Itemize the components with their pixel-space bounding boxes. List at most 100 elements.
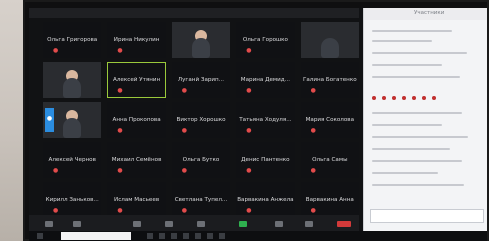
panel-line <box>372 124 442 126</box>
participant-name: Галина Богатенко <box>302 76 357 83</box>
mic-muted-icon: ● <box>53 47 59 54</box>
participant-name: Денис Пантенко <box>241 156 290 163</box>
share-screen-button[interactable] <box>239 221 247 227</box>
reactions-button[interactable] <box>305 221 313 227</box>
security-button[interactable] <box>133 221 141 227</box>
avatar <box>63 78 82 98</box>
mic-muted-icon: ● <box>246 47 252 54</box>
panel-line <box>372 30 452 32</box>
participant-name: Ирина Никулин <box>113 36 160 43</box>
participant-name: Ольга Горошко <box>242 36 288 43</box>
taskbar-icon[interactable] <box>207 233 213 239</box>
participant-name: Ольга Григорова <box>47 36 98 43</box>
participant-tile[interactable]: Мария Соколова ● <box>300 102 359 138</box>
left-badge: ● <box>45 108 54 132</box>
avatar <box>320 38 339 58</box>
participants-panel: Участники <box>363 8 487 233</box>
window-titlebar <box>29 8 359 18</box>
participant-tile[interactable]: Светлана Тупел... ● <box>171 182 231 218</box>
participant-name: Ольга Самы <box>312 156 348 163</box>
taskbar-icon[interactable] <box>147 233 153 239</box>
mic-muted-icon: ● <box>310 127 316 134</box>
taskbar-icon[interactable] <box>159 233 165 239</box>
participant-tile[interactable]: Галина Богатенко ● <box>300 62 359 98</box>
panel-header: Участники <box>364 8 487 20</box>
participant-tile[interactable]: Марина Демид... ● <box>236 62 295 98</box>
participant-tile[interactable]: Михаил Семёнов ● <box>107 142 166 178</box>
mic-muted-icon: ● <box>117 87 123 94</box>
participant-name: Варвакина Анна <box>305 196 354 203</box>
avatar <box>191 38 210 58</box>
participant-tile[interactable]: Ольга Горошко ● <box>236 22 295 58</box>
participant-tile[interactable]: Ольга Григорова ● <box>43 22 102 58</box>
participant-tile[interactable]: Кирилл Заньков... ● <box>43 182 102 218</box>
taskbar-search[interactable] <box>61 232 131 240</box>
participant-tile[interactable]: Алексей Чернов ● <box>43 142 102 178</box>
participant-tile[interactable]: Анна Прокопова ● <box>107 102 166 138</box>
panel-line <box>372 76 460 78</box>
mic-muted-icon: ● <box>310 207 316 214</box>
panel-line <box>372 148 450 150</box>
participants-grid: Ольга Григорова ● Ирина Никулин ● Ольга Го… <box>43 22 359 218</box>
avatar <box>63 118 82 138</box>
participant-tile[interactable]: Ирина Никулин ● <box>107 22 166 58</box>
mic-muted-icon: ● <box>117 207 123 214</box>
participant-tile[interactable]: Варвакина Анжела ● <box>236 182 295 218</box>
participant-video-tile[interactable] <box>171 22 231 58</box>
taskbar-icon[interactable] <box>171 233 177 239</box>
participant-name: Марина Демид... <box>240 76 290 83</box>
participant-name: Ислам Масьеев <box>114 196 160 203</box>
taskbar-icon[interactable] <box>219 233 225 239</box>
participant-tile[interactable]: Ислам Масьеев ● <box>107 182 166 218</box>
participant-name: Кирилл Заньков... <box>45 196 99 203</box>
chat-button[interactable] <box>197 221 205 227</box>
participant-name: Светлана Тупел... <box>174 196 228 203</box>
mic-muted-icon: ● <box>310 87 316 94</box>
participant-tile[interactable]: Ольга Самы ● <box>300 142 359 178</box>
mic-muted-icon: ● <box>310 167 316 174</box>
participant-video-tile[interactable] <box>43 62 102 98</box>
participant-name: Татьяна Ходуля... <box>239 116 292 123</box>
participant-tile[interactable]: Виктор Хорошко ● <box>171 102 231 138</box>
mute-button[interactable] <box>45 221 53 227</box>
participant-tile[interactable]: Луганй Зарип... ● <box>171 62 231 98</box>
panel-line <box>372 136 468 138</box>
mic-muted-icon: ● <box>246 127 252 134</box>
start-icon[interactable] <box>37 233 43 239</box>
taskbar-icon[interactable] <box>195 233 201 239</box>
chat-input[interactable] <box>370 209 484 223</box>
mic-muted-icon: ● <box>181 207 188 214</box>
participant-tile[interactable]: Татьяна Ходуля... ● <box>236 102 295 138</box>
screen: Ольга Григорова ● Ирина Никулин ● Ольга Го… <box>29 8 487 233</box>
participant-name: Михаил Семёнов <box>111 156 162 163</box>
participant-name: Мария Соколова <box>305 116 355 123</box>
participant-tile-active[interactable]: Алексей Утянин ● <box>107 62 166 98</box>
participant-name: Варвакина Анжела <box>237 196 294 203</box>
panel-line <box>372 64 442 66</box>
mic-muted-icon: ● <box>181 87 188 94</box>
panel-title: Участники <box>414 10 445 16</box>
mic-muted-icon: ● <box>117 127 123 134</box>
end-meeting-button[interactable] <box>337 221 351 227</box>
panel-status-dots <box>372 96 436 100</box>
panel-line <box>372 52 467 54</box>
badge-icon: ● <box>46 115 53 122</box>
panel-line <box>372 160 462 162</box>
participant-name: Алексей Утянин <box>113 76 161 83</box>
participant-name: Алексей Чернов <box>48 156 96 163</box>
mic-muted-icon: ● <box>181 167 188 174</box>
record-button[interactable] <box>275 221 283 227</box>
mic-muted-icon: ● <box>181 127 188 134</box>
mic-muted-icon: ● <box>246 87 252 94</box>
participants-button[interactable] <box>165 221 173 227</box>
participant-name: Виктор Хорошко <box>176 116 226 123</box>
panel-line <box>372 112 462 114</box>
participant-tile[interactable]: Варвакина Анна ● <box>300 182 359 218</box>
participant-tile[interactable]: Ольга Бутко ● <box>171 142 231 178</box>
video-button[interactable] <box>73 221 81 227</box>
participant-tile[interactable]: Денис Пантенко ● <box>236 142 295 178</box>
mic-muted-icon: ● <box>117 167 123 174</box>
mic-muted-icon: ● <box>117 47 123 54</box>
participant-video-tile[interactable] <box>300 22 359 58</box>
taskbar-icon[interactable] <box>183 233 189 239</box>
